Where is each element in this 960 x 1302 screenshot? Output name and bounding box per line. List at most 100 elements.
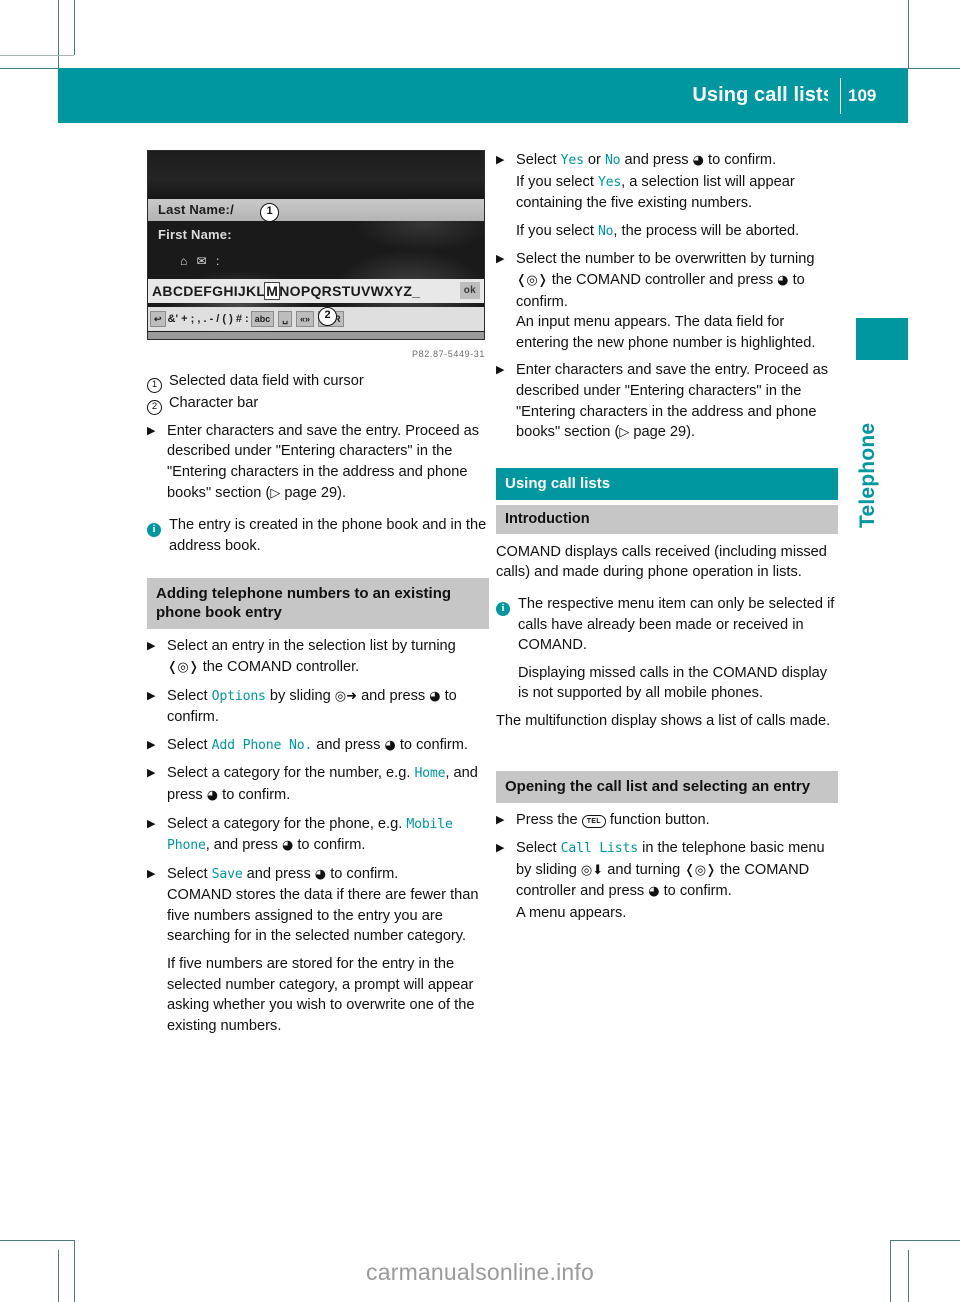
ok-key[interactable]: ok (459, 282, 480, 299)
controller-slide-down-icon: ◎⬇ (580, 862, 604, 878)
step-text-pre: Select the number to be overwritten by t… (516, 251, 815, 268)
page-title: Using call lists (692, 84, 834, 106)
page-number: 109 (848, 86, 877, 105)
step-body: Select the number to be overwritten by t… (516, 249, 838, 353)
step-bullet-icon: ▶ (147, 767, 156, 780)
step-text-mid: the COMAND controller and press (547, 271, 778, 288)
page-header-band: Using call lists (58, 68, 848, 123)
heading-adding-telephone-numbers: Adding telephone numbers to an existing … (147, 578, 489, 630)
ui-term-no[interactable]: No (598, 224, 614, 239)
controller-press-icon: ◕ (281, 838, 294, 854)
paragraph-comand-stores: COMAND stores the data if there are fewe… (167, 887, 479, 945)
paragraph-if-yes: If you select Yes, a selection list will… (516, 172, 838, 214)
left-column: Last Name:/ First Name: ⌂ ✉ : ABCDEFGHIJ… (147, 150, 489, 1036)
section-tab-label: Telephone (856, 422, 879, 528)
crop-mark-top-left-v2 (74, 0, 75, 55)
step-text-mid: , and press (205, 837, 282, 854)
space-key[interactable]: ␣ (278, 311, 292, 327)
step-text-mid2: and turning (603, 861, 685, 878)
symbol-bar[interactable]: ↩&' + ; , . - / ( ) # :abc␣«»CLR (148, 307, 484, 331)
controller-press-icon: ◕ (314, 866, 327, 882)
character-bar[interactable]: ABCDEFGHIJKLMNOPQRSTUVWXYZ_ ok (148, 279, 484, 303)
ui-term-call-lists[interactable]: Call Lists (561, 841, 639, 856)
step-text-pre: Select a category for the phone, e.g. (167, 815, 407, 832)
character-bar-selected-char: M (264, 282, 281, 300)
controller-turn-icon: ❬◎❭ (684, 862, 716, 878)
heading-using-call-lists: Using call lists (496, 467, 838, 500)
legend-text-2: Character bar (169, 395, 259, 412)
back-key[interactable]: ↩ (150, 311, 166, 327)
step-text-post: the COMAND controller. (198, 658, 360, 675)
step-text-post: function button. (605, 812, 710, 829)
paragraph-intro: COMAND displays calls received (includin… (496, 543, 827, 581)
step-text-pre: Select (167, 865, 212, 882)
step-body: Select Call Lists in the telephone basic… (516, 838, 838, 923)
ui-term-save[interactable]: Save (212, 867, 243, 882)
step-text-pre: Select (516, 152, 561, 168)
character-bar-right: NOPQRSTUVWXYZ_ (279, 283, 421, 299)
header-underline (904, 68, 960, 69)
step-body: Enter characters and save the entry. Pro… (167, 421, 489, 504)
note-text: The entry is created in the phone book a… (169, 517, 487, 554)
paragraph-menu-appears: A menu appears. (516, 904, 627, 921)
step-select-number-category: ▶ Select a category for the number, e.g.… (147, 763, 489, 806)
step-text-pre: Select a category for the number, e.g. (167, 765, 415, 782)
para-post: , the process will be aborted. (613, 222, 800, 239)
ui-term-add-phone-no[interactable]: Add Phone No. (212, 738, 313, 753)
legend-item-1: 1 Selected data field with cursor (147, 371, 489, 393)
step-bullet-icon: ▶ (496, 364, 505, 377)
step-text-post: to confirm. (218, 786, 291, 803)
page-ref-arrow-icon: ▷ (270, 485, 281, 501)
step-select-yes-no: ▶ Select Yes or No and press ◕ to confir… (496, 150, 838, 242)
step-body: Select an entry in the selection list by… (167, 636, 489, 678)
para-pre: If you select (516, 222, 598, 239)
comand-screenshot-figure: Last Name:/ First Name: ⌂ ✉ : ABCDEFGHIJ… (147, 150, 485, 365)
step-text-pre: Select (167, 736, 212, 753)
ui-term-no[interactable]: No (605, 153, 621, 168)
figure-code: P82.87-5449-31 (412, 349, 485, 359)
step-select-entry: ▶ Select an entry in the selection list … (147, 636, 489, 678)
heading-opening-call-list: Opening the call list and selecting an e… (496, 771, 838, 804)
controller-press-icon: ◕ (206, 787, 219, 803)
ui-term-yes[interactable]: Yes (598, 175, 621, 190)
ui-term-options[interactable]: Options (212, 689, 266, 704)
para-pre: If you select (516, 173, 598, 190)
step-body: Select Yes or No and press ◕ to confirm.… (516, 150, 838, 242)
step-select-options: ▶ Select Options by sliding ◎➜ and press… (147, 686, 489, 728)
callout-2: 2 (318, 307, 337, 326)
ui-term-yes[interactable]: Yes (561, 153, 584, 168)
step-bullet-icon: ▶ (496, 253, 505, 266)
first-name-field[interactable]: First Name: (158, 225, 232, 246)
legend-number-2: 2 (147, 393, 169, 416)
step-text-mid: and press (312, 736, 385, 753)
step-bullet-icon: ▶ (496, 842, 505, 855)
step-bullet-icon: ▶ (496, 814, 505, 827)
language-key[interactable]: «» (295, 311, 314, 327)
step-bullet-icon: ▶ (147, 817, 156, 830)
step-body: Select Add Phone No. and press ◕ to conf… (167, 735, 489, 757)
step-text-mid: or (583, 152, 605, 168)
crop-mark-bottom-left-h (0, 1240, 74, 1241)
crop-mark-top-left-h2 (0, 68, 58, 69)
note-entry-created: i The entry is created in the phone book… (147, 515, 489, 556)
abc-key[interactable]: abc (250, 311, 275, 327)
site-watermark: carmanualsonline.info (366, 1259, 594, 1285)
screen-background-top (148, 151, 484, 199)
crop-mark-top-left-v (58, 0, 59, 68)
ui-term-home[interactable]: Home (414, 766, 445, 781)
legend-item-2: 2 Character bar (147, 393, 489, 416)
paragraph-input-menu: An input menu appears. The data field fo… (516, 314, 816, 351)
tel-function-button-icon[interactable]: TEL (581, 815, 606, 829)
step-select-phone-category: ▶ Select a category for the phone, e.g. … (147, 814, 489, 857)
character-bar-left: ABCDEFGHIJKL (152, 283, 266, 299)
step-text-post: to confirm. (293, 837, 366, 854)
comand-screen: Last Name:/ First Name: ⌂ ✉ : ABCDEFGHIJ… (147, 150, 485, 340)
symbol-bar-symbols: &' + ; , . - / ( ) # : (167, 313, 249, 325)
controller-press-icon: ◕ (429, 688, 441, 704)
last-name-field[interactable]: Last Name:/ (148, 199, 484, 221)
step-text-mid: and press (242, 865, 315, 882)
legend-number-1: 1 (147, 371, 169, 393)
step-text-pre: Select (167, 687, 212, 704)
step-text-mid: by sliding (265, 687, 335, 704)
step-body: Enter characters and save the entry. Pro… (516, 360, 838, 443)
